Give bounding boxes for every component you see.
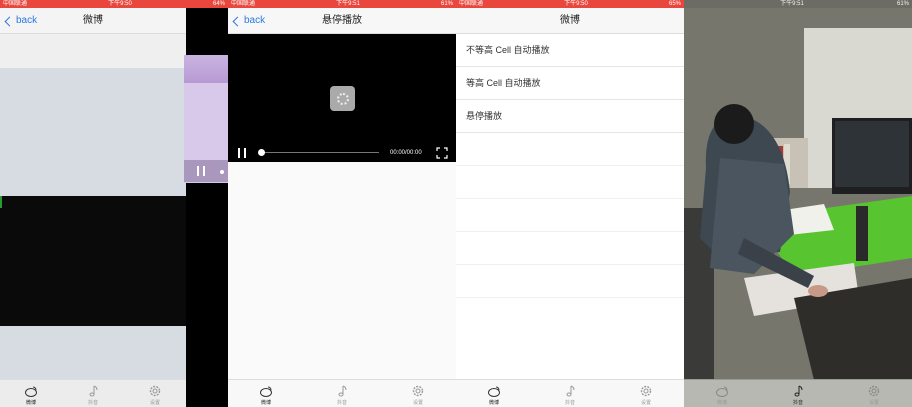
video-player[interactable]: 00:00/00:00 [228,34,456,162]
tab-bar: 微博 抖音 设置 [456,379,684,407]
fullscreen-icon[interactable] [436,147,448,159]
video-cell[interactable] [0,326,186,380]
battery-label: 61% [440,1,453,7]
chevron-left-icon [4,16,15,26]
gear-icon [868,385,880,397]
nav-bar: 微博 back [0,8,186,34]
back-button[interactable]: back [230,8,265,34]
gear-icon [412,385,424,397]
weibo-icon [25,386,37,397]
tab-weibo[interactable]: 微博 [456,380,532,407]
edge-artifact [0,196,2,208]
tab-label: 设置 [868,400,879,406]
weibo-icon [260,386,272,397]
weibo-icon [716,386,728,397]
pause-icon[interactable] [238,148,246,158]
status-time: 下午9:50 [564,1,588,7]
time-label: 00:00/00:00 [390,150,422,156]
music-note-icon [566,385,575,397]
list-item-empty [456,265,684,298]
tab-douyin[interactable]: 抖音 [532,380,608,407]
music-note-icon [794,385,803,397]
status-bar: 下午9:51 61% [684,0,912,8]
chevron-left-icon [232,16,243,26]
video-controls: 00:00/00:00 [228,144,456,162]
tab-label: 抖音 [87,400,98,406]
battery-label: 64% [212,1,225,7]
status-time: 下午9:51 [780,1,804,7]
fullscreen-video-frame[interactable] [684,8,912,380]
status-bar: 中国联通 下午9:50 65% [456,0,684,8]
feed-card [0,34,186,68]
carrier-label: 中国联通 [459,1,484,7]
carrier-label: 中国联通 [231,1,256,7]
loading-indicator [330,86,355,111]
screen-2: 中国联通 下午9:51 61% 悬停播放 back 00:00/00:00 微博 [228,0,456,407]
status-bar: 中国联通 下午9:51 61% [228,0,456,8]
tab-label: 抖音 [792,400,803,406]
tab-label: 微博 [25,400,36,406]
progress-track[interactable] [261,152,379,153]
tab-settings[interactable]: 设置 [836,380,912,407]
tab-bar: 微博 抖音 设置 [0,379,186,407]
list-item-empty [456,199,684,232]
tab-label: 微博 [488,400,499,406]
tab-bar: 微博 抖音 设置 [684,379,912,407]
screen-1: 中国联通 下午9:50 64% 微博 back 微博 抖音 设置 [0,0,228,407]
status-time: 下午9:51 [336,1,360,7]
tab-weibo[interactable]: 微博 [0,380,62,407]
back-label: back [244,15,266,26]
page-title: 微博 [560,15,580,26]
nav-bar: 微博 [456,8,684,34]
screen-4: 下午9:51 61% 微博 抖音 设置 [684,0,912,407]
spinner-icon [336,92,349,105]
progress-knob[interactable] [220,170,224,174]
tab-weibo[interactable]: 微博 [228,380,304,407]
nav-bar: 悬停播放 back [228,8,456,34]
tab-label: 微博 [260,400,271,406]
tab-bar: 微博 抖音 设置 [228,379,456,407]
list-item-hover-play[interactable]: 悬停播放 [456,100,684,133]
list-item-empty [456,232,684,265]
video-cell[interactable] [0,68,186,196]
floating-video[interactable] [184,55,228,83]
carrier-label: 中国联通 [3,1,28,7]
tab-douyin[interactable]: 抖音 [760,380,836,407]
tab-douyin[interactable]: 抖音 [304,380,380,407]
pause-icon[interactable] [197,166,205,176]
progress-knob[interactable] [258,149,265,156]
battery-label: 65% [668,1,681,7]
tab-label: 微博 [716,400,727,406]
list-item-equal-height[interactable]: 等高 Cell 自动播放 [456,67,684,100]
status-bar: 中国联通 下午9:50 64% [0,0,228,8]
menu-list: 不等高 Cell 自动播放 等高 Cell 自动播放 悬停播放 [456,34,684,298]
list-item-unequal-height[interactable]: 不等高 Cell 自动播放 [456,34,684,67]
tab-settings[interactable]: 设置 [124,380,186,407]
battery-label: 61% [896,1,909,7]
tab-settings[interactable]: 设置 [380,380,456,407]
tab-douyin[interactable]: 抖音 [62,380,124,407]
status-time: 下午9:50 [108,1,132,7]
screen-3: 中国联通 下午9:50 65% 微博 不等高 Cell 自动播放 等高 Cell… [456,0,684,407]
tab-label: 设置 [149,400,160,406]
tab-label: 设置 [412,400,423,406]
list-item-empty [456,133,684,166]
music-note-icon [89,385,98,397]
back-button[interactable]: back [2,8,37,34]
tab-label: 抖音 [564,400,575,406]
back-label: back [16,15,38,26]
video-cell-dark[interactable] [0,196,186,326]
gear-icon [149,385,161,397]
music-note-icon [338,385,347,397]
list-item-empty [456,166,684,199]
tab-settings[interactable]: 设置 [608,380,684,407]
tab-label: 设置 [640,400,651,406]
tab-weibo[interactable]: 微博 [684,380,760,407]
tab-label: 抖音 [336,400,347,406]
gear-icon [640,385,652,397]
weibo-icon [488,386,500,397]
